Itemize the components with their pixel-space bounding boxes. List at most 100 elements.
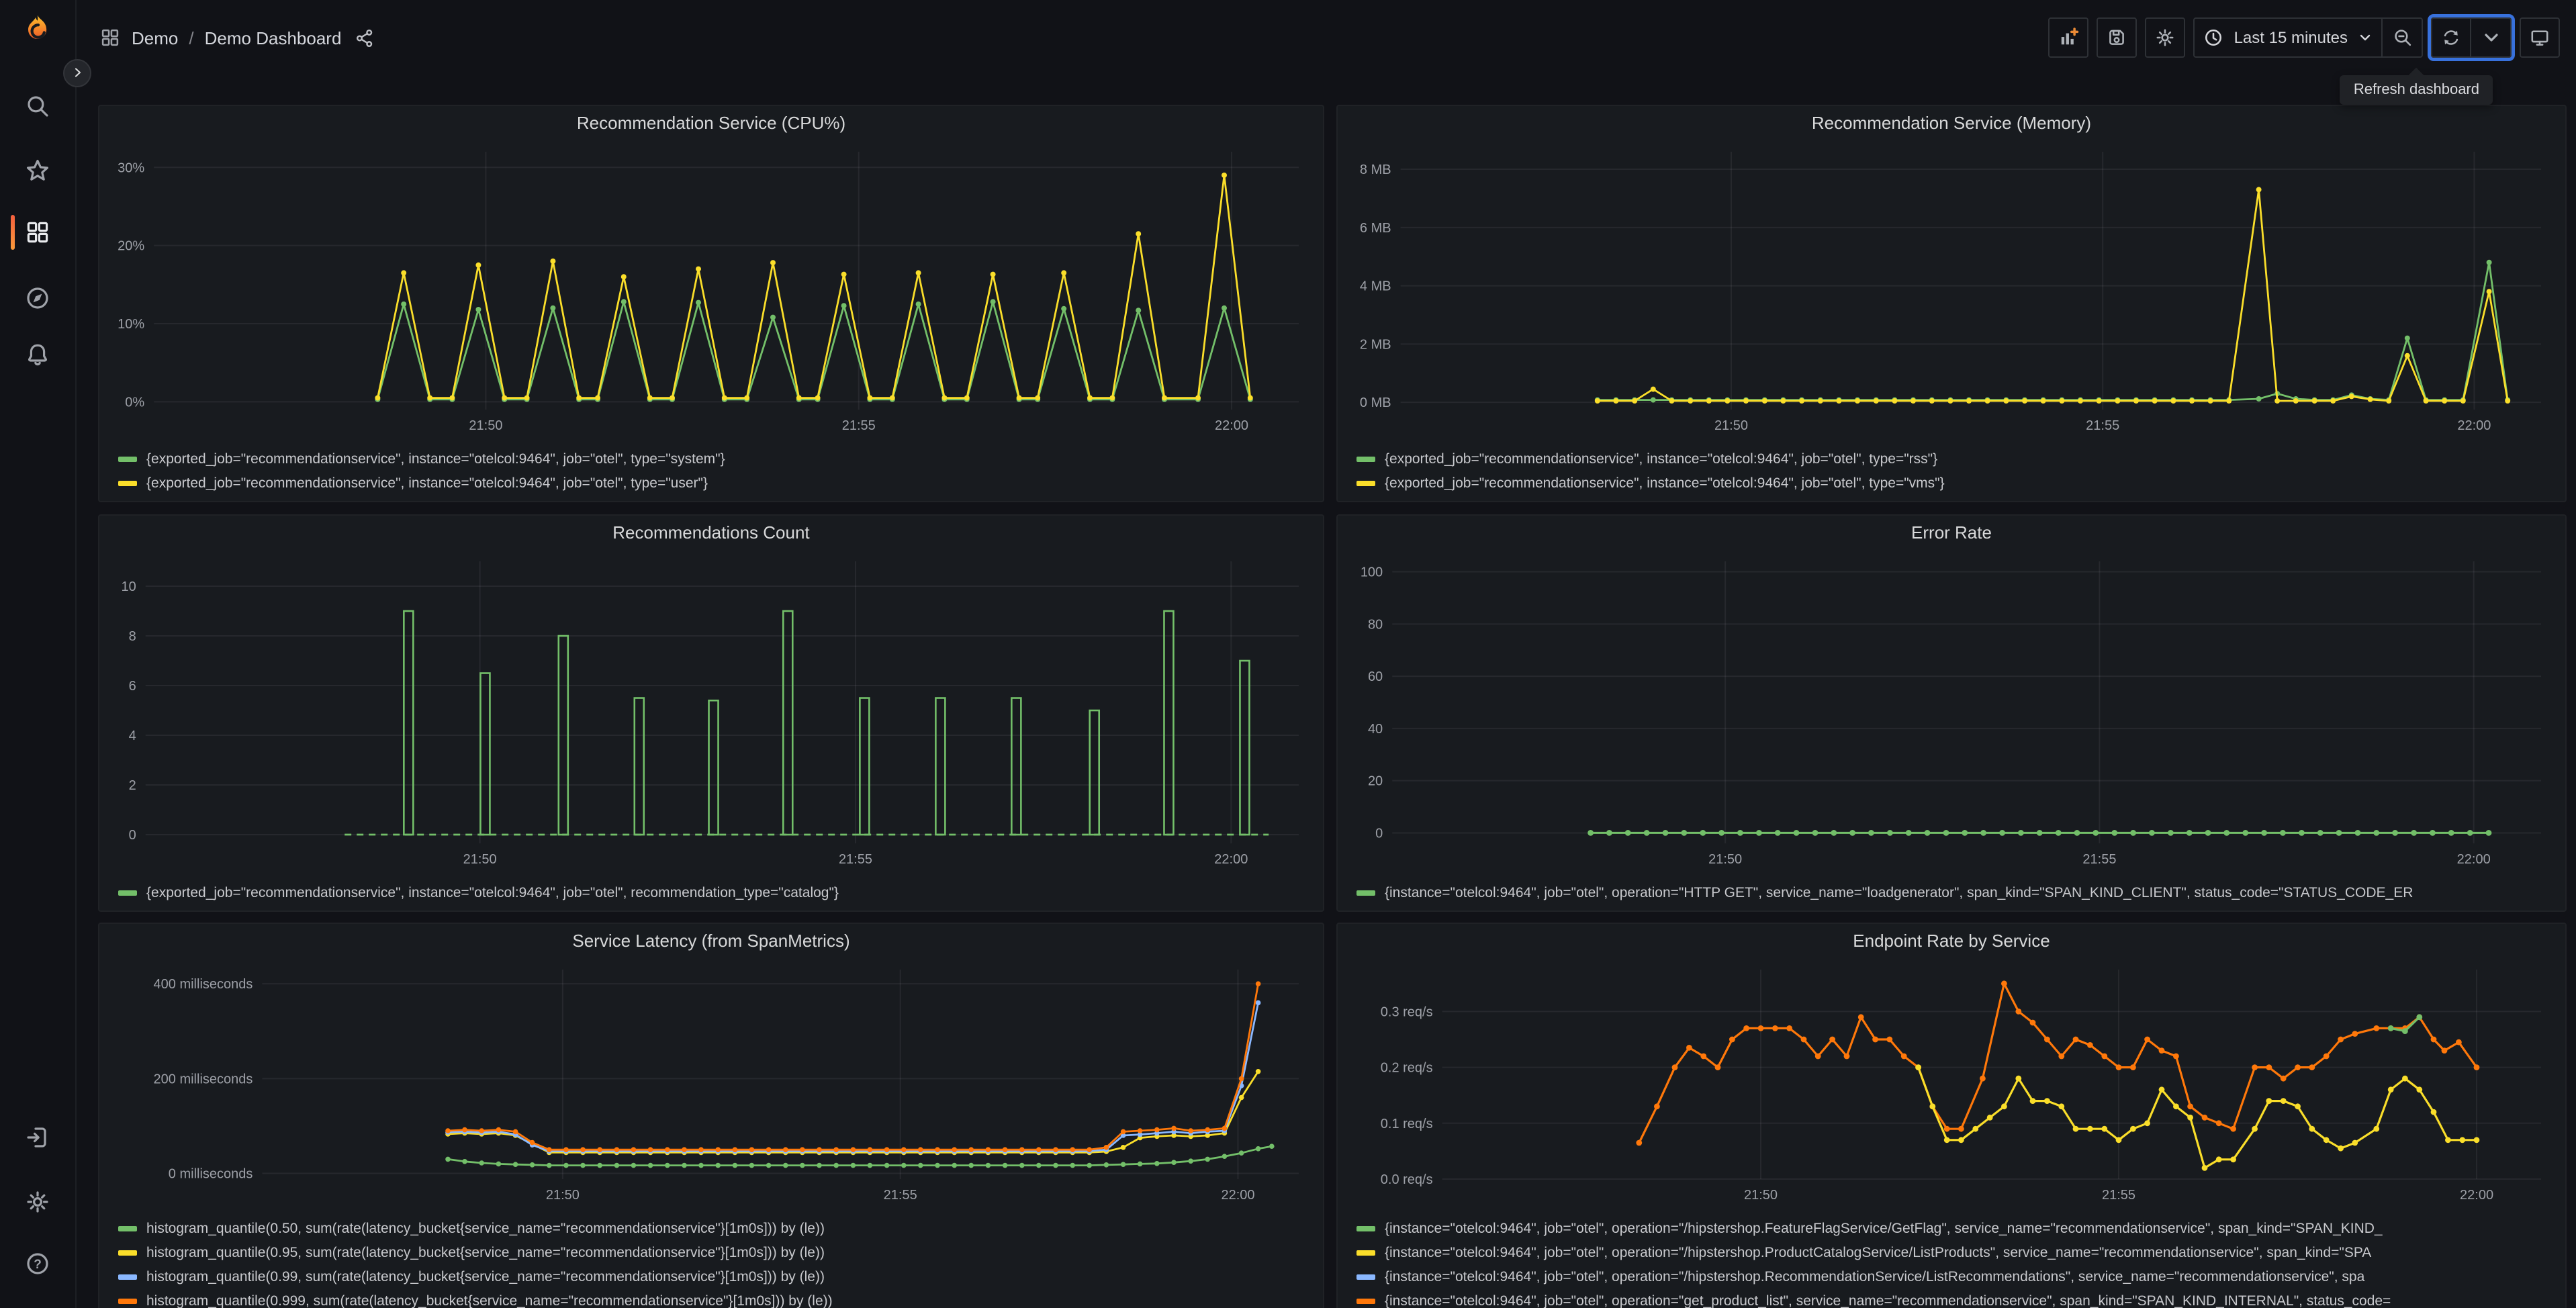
- chart-area[interactable]: 21:50 21:55 22:00 0.0 req/s 0.1 req/s 0.2 req…: [1348, 959, 2555, 1206]
- sidebar-item-help[interactable]: ?: [24, 1250, 51, 1277]
- legend-item[interactable]: {instance="otelcol:9464", job="otel", op…: [1356, 881, 2555, 905]
- svg-text:?: ?: [34, 1258, 42, 1272]
- svg-text:200 milliseconds: 200 milliseconds: [154, 1072, 253, 1086]
- refresh-icon: [2440, 27, 2462, 48]
- gear-icon: [24, 1188, 51, 1215]
- legend-item[interactable]: histogram_quantile(0.999, sum(rate(laten…: [118, 1289, 1312, 1308]
- time-controls: Last 15 minutes: [2193, 17, 2423, 58]
- chevron-down-icon: [2357, 30, 2373, 46]
- breadcrumb-page[interactable]: Demo Dashboard: [205, 28, 342, 48]
- legend-item[interactable]: {exported_job="recommendationservice", i…: [118, 471, 1312, 496]
- chart-area[interactable]: 21:50 21:55 22:00 0 2 4 6 8 10: [110, 551, 1312, 870]
- sidebar-item-explore[interactable]: [24, 285, 51, 312]
- panel-recommendations-count: Recommendations Count 21:50 21:55 22:00 0 2 4 6…: [98, 514, 1324, 912]
- svg-text:0.2 req/s: 0.2 req/s: [1381, 1061, 1433, 1076]
- legend-series-swatch: [1356, 1274, 1375, 1280]
- legend-series-swatch: [118, 481, 137, 486]
- legend-series-swatch: [1356, 890, 1375, 896]
- legend-item[interactable]: {instance="otelcol:9464", job="otel", op…: [1356, 1217, 2555, 1241]
- svg-text:22:00: 22:00: [1214, 852, 1248, 867]
- legend-item[interactable]: {instance="otelcol:9464", job="otel", op…: [1356, 1265, 2555, 1289]
- chart-area[interactable]: 21:50 21:55 22:00 0 MB 2 MB 4 MB 6 MB 8 MB: [1348, 141, 2555, 436]
- breadcrumb-separator: /: [189, 28, 194, 48]
- svg-text:0%: 0%: [125, 395, 144, 410]
- chevron-down-icon: [2480, 27, 2501, 48]
- top-nav: Demo / Demo Dashboard Last 15 minutes Re…: [75, 0, 2576, 105]
- panel-endpoint-rate-by-service: Endpoint Rate by Service 21:50 21:55 22:00 0…: [1336, 923, 2567, 1308]
- grafana-logo[interactable]: [19, 12, 56, 50]
- monitor-icon: [2529, 27, 2550, 48]
- sidebar-item-search[interactable]: [24, 93, 51, 120]
- legend-item[interactable]: {exported_job="recommendationservice", i…: [1356, 447, 2555, 471]
- legend-item[interactable]: {instance="otelcol:9464", job="otel", op…: [1356, 1241, 2555, 1265]
- breadcrumb-section[interactable]: Demo: [132, 28, 178, 48]
- sidebar-item-configuration[interactable]: [24, 1188, 51, 1215]
- legend-item[interactable]: {instance="otelcol:9464", job="otel", op…: [1356, 1289, 2555, 1308]
- panel-error-rate: Error Rate 21:50 21:55 22:00 0 20 40 60 80 100 {in…: [1336, 514, 2567, 912]
- svg-text:22:00: 22:00: [2460, 1188, 2493, 1203]
- breadcrumb: Demo / Demo Dashboard: [99, 27, 375, 48]
- zoom-out-button[interactable]: [2383, 17, 2423, 58]
- add-panel-button[interactable]: [2048, 17, 2089, 58]
- svg-text:21:50: 21:50: [463, 852, 497, 867]
- refresh-interval-dropdown[interactable]: [2471, 17, 2512, 58]
- sidebar-item-sign-in[interactable]: [24, 1124, 51, 1151]
- svg-text:22:00: 22:00: [1215, 418, 1248, 433]
- legend-series-swatch: [118, 890, 137, 896]
- panel-recommendation-service-cpu: Recommendation Service (CPU%) 21:50 21:55 2…: [98, 105, 1324, 502]
- save-dashboard-button[interactable]: [2097, 17, 2137, 58]
- svg-text:0: 0: [1375, 826, 1383, 841]
- panel-title[interactable]: Endpoint Rate by Service: [1338, 924, 2565, 959]
- svg-text:21:55: 21:55: [2082, 852, 2116, 867]
- chart-area[interactable]: 21:50 21:55 22:00 0 milliseconds 200 millise…: [110, 959, 1312, 1206]
- legend-series-swatch: [1356, 1250, 1375, 1256]
- panel-recommendation-service-memory: Recommendation Service (Memory) 21:50 21:5…: [1336, 105, 2567, 502]
- svg-text:0.3 req/s: 0.3 req/s: [1381, 1005, 1433, 1019]
- share-icon[interactable]: [355, 28, 375, 48]
- refresh-button[interactable]: [2431, 17, 2471, 58]
- legend-item[interactable]: {exported_job="recommendationservice", i…: [1356, 471, 2555, 496]
- legend-series-label: {exported_job="recommendationservice", i…: [1385, 451, 1938, 467]
- legend-item[interactable]: histogram_quantile(0.99, sum(rate(latenc…: [118, 1265, 1312, 1289]
- time-range-picker[interactable]: Last 15 minutes: [2193, 17, 2383, 58]
- panel-title[interactable]: Recommendation Service (CPU%): [99, 106, 1323, 141]
- legend-item[interactable]: histogram_quantile(0.50, sum(rate(latenc…: [118, 1217, 1312, 1241]
- svg-text:21:55: 21:55: [2102, 1188, 2135, 1203]
- panel-legend: {exported_job="recommendationservice", i…: [1356, 447, 2555, 496]
- legend-item[interactable]: {exported_job="recommendationservice", i…: [118, 881, 1312, 905]
- svg-text:8: 8: [129, 629, 136, 644]
- panel-title[interactable]: Recommendations Count: [99, 516, 1323, 551]
- legend-series-label: {exported_job="recommendationservice", i…: [146, 451, 725, 467]
- svg-text:2 MB: 2 MB: [1360, 337, 1391, 352]
- panel-title[interactable]: Error Rate: [1338, 516, 2565, 551]
- panel-legend: {instance="otelcol:9464", job="otel", op…: [1356, 1217, 2555, 1308]
- tooltip-text: Refresh dashboard: [2353, 82, 2479, 98]
- panel-title[interactable]: Recommendation Service (Memory): [1338, 106, 2565, 141]
- svg-text:21:55: 21:55: [839, 852, 872, 867]
- svg-text:10%: 10%: [118, 317, 144, 332]
- panel-add-icon: [2058, 27, 2080, 48]
- search-icon: [24, 93, 51, 120]
- sidebar-expand-button[interactable]: [63, 59, 91, 87]
- legend-series-label: {instance="otelcol:9464", job="otel", op…: [1385, 1221, 2383, 1237]
- refresh-controls: [2431, 17, 2512, 58]
- dashboard-settings-button[interactable]: [2145, 17, 2186, 58]
- chevron-right-icon: [71, 61, 84, 85]
- kiosk-mode-button[interactable]: [2520, 17, 2560, 58]
- svg-text:0.0 req/s: 0.0 req/s: [1381, 1172, 1433, 1187]
- sidebar-item-starred[interactable]: [24, 157, 51, 184]
- svg-text:8 MB: 8 MB: [1360, 162, 1391, 177]
- chart-area[interactable]: 21:50 21:55 22:00 0 20 40 60 80 100: [1348, 551, 2555, 870]
- save-icon: [2107, 27, 2128, 48]
- legend-item[interactable]: {exported_job="recommendationservice", i…: [118, 447, 1312, 471]
- grafana-app: Demo / Demo Dashboard Last 15 minutes Re…: [0, 0, 2576, 1308]
- svg-text:4: 4: [129, 729, 136, 743]
- chart-area[interactable]: 21:50 21:55 22:00 0% 10% 20% 30%: [110, 141, 1312, 436]
- sidebar-item-alerting[interactable]: [24, 341, 51, 368]
- svg-text:0 milliseconds: 0 milliseconds: [169, 1167, 253, 1182]
- panel-title[interactable]: Service Latency (from SpanMetrics): [99, 924, 1323, 959]
- svg-text:21:50: 21:50: [546, 1188, 580, 1203]
- sidebar-item-dashboards[interactable]: [24, 219, 51, 246]
- svg-text:21:55: 21:55: [884, 1188, 917, 1203]
- legend-item[interactable]: histogram_quantile(0.95, sum(rate(latenc…: [118, 1241, 1312, 1265]
